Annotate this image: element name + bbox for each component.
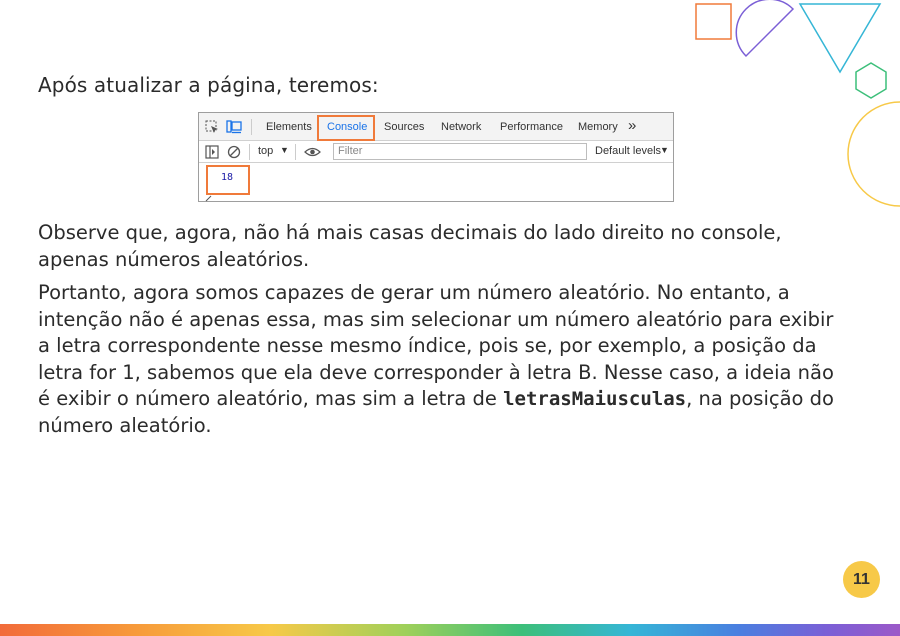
hexagon-outline-shape: [855, 62, 887, 99]
devtools-tab-bar: Elements Console Sources Network Perform…: [199, 113, 673, 141]
tab-divider: [251, 119, 252, 135]
triangle-outline-shape: [798, 3, 882, 74]
log-levels-chevron-icon[interactable]: ▼: [660, 145, 669, 155]
tab-network[interactable]: Network: [441, 121, 481, 133]
devtools-panel: Elements Console Sources Network Perform…: [198, 112, 674, 202]
code-identifier: letrasMaiusculas: [503, 388, 687, 411]
context-dropdown-icon[interactable]: ▼: [280, 145, 289, 155]
paragraph-observation: Observe que, agora, não há mais casas de…: [38, 221, 782, 271]
sidebar-toggle-icon[interactable]: [205, 145, 219, 159]
clear-console-icon[interactable]: [227, 145, 241, 159]
toolbar-divider: [249, 144, 250, 160]
inspect-element-icon[interactable]: [205, 120, 219, 134]
circle-arc-shape: [847, 101, 900, 207]
context-selector[interactable]: top: [258, 145, 273, 157]
intro-text: Após atualizar a página, teremos:: [38, 73, 379, 97]
tab-memory[interactable]: Memory: [578, 121, 618, 133]
device-toolbar-icon[interactable]: [226, 120, 242, 134]
rainbow-footer-bar: [0, 624, 900, 636]
console-tab-highlight: [317, 115, 375, 141]
toolbar-divider: [295, 144, 296, 160]
page-number-badge: 11: [843, 561, 880, 598]
decorative-shapes: [695, 0, 900, 207]
live-expression-eye-icon[interactable]: [304, 145, 321, 159]
tab-performance[interactable]: Performance: [500, 121, 563, 133]
log-levels-dropdown[interactable]: Default levels: [595, 145, 661, 157]
tab-elements[interactable]: Elements: [266, 121, 312, 133]
filter-input[interactable]: Filter: [333, 143, 587, 160]
square-outline-shape: [695, 3, 732, 40]
console-prompt-icon: [205, 195, 212, 202]
console-toolbar: top ▼ Filter Default levels ▼: [199, 141, 673, 163]
tab-sources[interactable]: Sources: [384, 121, 424, 133]
more-tabs-icon[interactable]: »: [628, 117, 636, 134]
paragraph-explanation: Portanto, agora somos capazes de gerar u…: [38, 280, 838, 440]
console-output-highlight: [206, 165, 250, 195]
half-circle-shape: [735, 0, 795, 58]
